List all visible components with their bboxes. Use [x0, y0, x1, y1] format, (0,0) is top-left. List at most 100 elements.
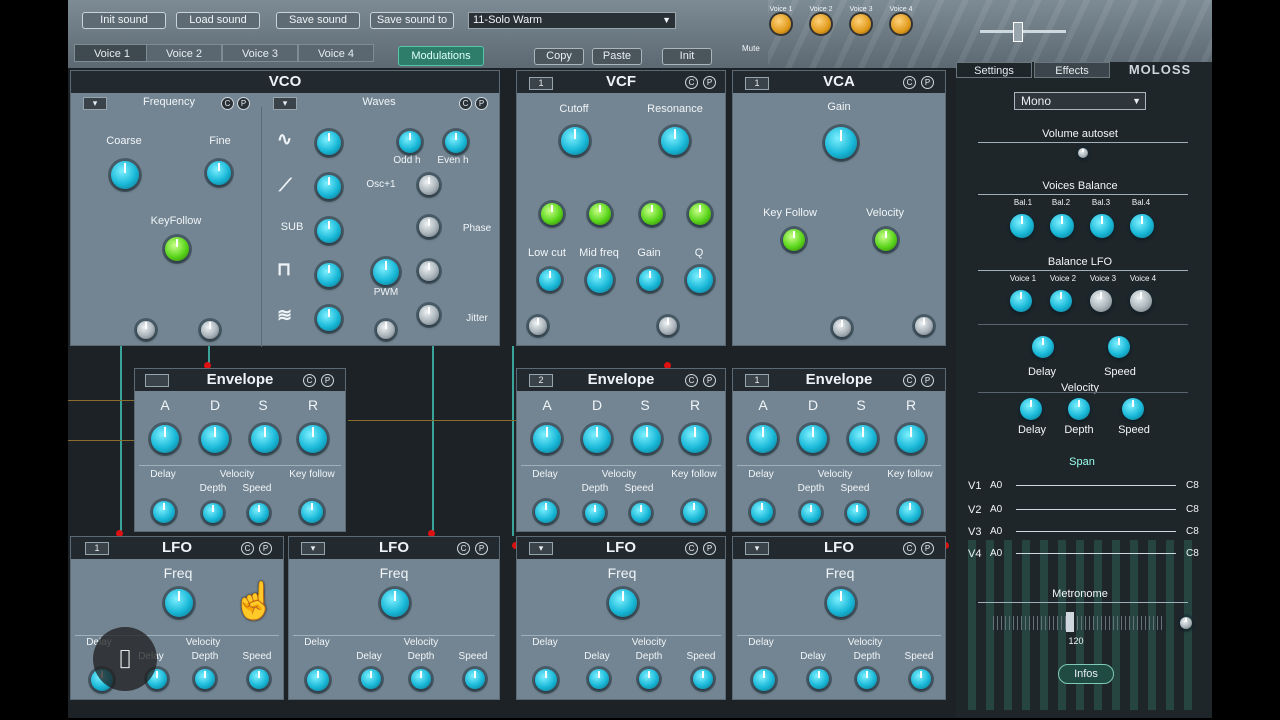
lfo-freq-knob[interactable]	[165, 589, 193, 617]
vco-mod-input-2[interactable]	[201, 321, 219, 339]
tab-settings[interactable]: Settings	[956, 62, 1032, 78]
eq-gain-knob[interactable]	[639, 269, 661, 291]
speed-knob[interactable]	[693, 669, 713, 689]
velocity-depth-knob[interactable]	[1068, 398, 1090, 420]
vcf-mod-input-2[interactable]	[659, 317, 677, 335]
paste-icon[interactable]: P	[237, 97, 250, 110]
speed-knob[interactable]	[911, 669, 931, 689]
lfo-freq-knob[interactable]	[381, 589, 409, 617]
init-sound-button[interactable]: Init sound	[82, 12, 166, 29]
span-slider-track[interactable]	[1016, 553, 1176, 554]
depth-knob[interactable]	[411, 669, 431, 689]
release-knob[interactable]	[681, 425, 709, 453]
load-sound-button[interactable]: Load sound	[176, 12, 260, 29]
copy-icon[interactable]: C	[903, 76, 916, 89]
tab-voice-1[interactable]: Voice 1	[74, 44, 150, 62]
lfo-freq-knob[interactable]	[609, 589, 637, 617]
envelope-select[interactable]: 2	[529, 374, 553, 387]
balance-3-knob[interactable]	[1090, 214, 1114, 238]
delay-knob[interactable]	[535, 501, 557, 523]
cutoff-knob[interactable]	[561, 127, 589, 155]
balance-lfo-voice-1-knob[interactable]	[1010, 290, 1032, 312]
release-knob[interactable]	[897, 425, 925, 453]
sustain-knob[interactable]	[633, 425, 661, 453]
span-slider-track[interactable]	[1016, 509, 1176, 510]
balance-lfo-speed-knob[interactable]	[1108, 336, 1130, 358]
balance-2-knob[interactable]	[1050, 214, 1074, 238]
speed-knob[interactable]	[631, 503, 651, 523]
attack-knob[interactable]	[533, 425, 561, 453]
balance-4-knob[interactable]	[1130, 214, 1154, 238]
keyfollow-knob[interactable]	[301, 501, 323, 523]
copy-icon[interactable]: C	[221, 97, 234, 110]
tab-voice-4[interactable]: Voice 4	[298, 44, 374, 62]
sine-level-knob[interactable]	[317, 131, 341, 155]
vcf-mod-input-1[interactable]	[529, 317, 547, 335]
lfo-select[interactable]: ▾	[745, 542, 769, 555]
release-knob[interactable]	[299, 425, 327, 453]
vca-select[interactable]: 1	[745, 77, 769, 90]
save-sound-button[interactable]: Save sound	[276, 12, 360, 29]
paste-icon[interactable]: P	[703, 76, 716, 89]
attack-knob[interactable]	[749, 425, 777, 453]
lowcut-knob[interactable]	[539, 269, 561, 291]
volume-autoset-button[interactable]	[1078, 148, 1088, 158]
copy-icon[interactable]: C	[903, 542, 916, 555]
even-harmonics-knob[interactable]	[445, 131, 467, 153]
lfo-select[interactable]: ▾	[301, 542, 325, 555]
delay-knob[interactable]	[753, 669, 775, 691]
velocity-delay-knob[interactable]	[589, 669, 609, 689]
keyfollow-knob[interactable]	[683, 501, 705, 523]
vca-gain-knob[interactable]	[825, 127, 857, 159]
voice-2-volume-knob[interactable]: Voice 2	[808, 6, 834, 34]
resonance-keyfollow-knob[interactable]	[641, 203, 663, 225]
speed-knob[interactable]	[249, 669, 269, 689]
span-row-v3[interactable]: V3 A0 C8	[968, 524, 1208, 538]
copy-icon[interactable]: C	[457, 542, 470, 555]
paste-icon[interactable]: P	[703, 542, 716, 555]
preset-select[interactable]: 11-Solo Warm ▼	[468, 12, 676, 29]
paste-icon[interactable]: P	[475, 542, 488, 555]
delay-knob[interactable]	[153, 501, 175, 523]
balance-1-knob[interactable]	[1010, 214, 1034, 238]
vca-mod-input-2[interactable]	[915, 317, 933, 335]
copy-icon[interactable]: C	[241, 542, 254, 555]
span-slider-track[interactable]	[1016, 531, 1176, 532]
q-knob[interactable]	[687, 267, 713, 293]
envelope-select[interactable]	[145, 374, 169, 387]
master-volume-handle[interactable]	[1013, 22, 1023, 42]
velocity-delay-knob[interactable]	[1020, 398, 1042, 420]
pwm-knob[interactable]	[373, 259, 399, 285]
copy-icon[interactable]: C	[685, 542, 698, 555]
speed-knob[interactable]	[847, 503, 867, 523]
vca-mod-input-1[interactable]	[833, 319, 851, 337]
copy-icon[interactable]: C	[903, 374, 916, 387]
init-button[interactable]: Init	[662, 48, 712, 65]
phase-knob-1[interactable]	[419, 175, 439, 195]
infos-button[interactable]: Infos	[1058, 664, 1114, 684]
depth-knob[interactable]	[195, 669, 215, 689]
sub-level-knob[interactable]	[317, 219, 341, 243]
midfreq-knob[interactable]	[587, 267, 613, 293]
tab-voice-2[interactable]: Voice 2	[146, 44, 222, 62]
resonance-velocity-knob[interactable]	[689, 203, 711, 225]
sustain-knob[interactable]	[251, 425, 279, 453]
speed-knob[interactable]	[465, 669, 485, 689]
copy-icon[interactable]: C	[685, 374, 698, 387]
vco-freq-select[interactable]: ▾	[83, 97, 107, 110]
span-row-v1[interactable]: V1 A0 C8	[968, 478, 1208, 492]
delay-knob[interactable]	[535, 669, 557, 691]
balance-lfo-voice-2-knob[interactable]	[1050, 290, 1072, 312]
square-level-knob[interactable]	[317, 263, 341, 287]
span-row-v2[interactable]: V2 A0 C8	[968, 502, 1208, 516]
master-volume-slider[interactable]	[980, 30, 1066, 33]
resonance-knob[interactable]	[661, 127, 689, 155]
span-slider-track[interactable]	[1016, 485, 1176, 486]
voice-1-volume-knob[interactable]: Voice 1	[768, 6, 794, 34]
fine-knob[interactable]	[207, 161, 231, 185]
balance-lfo-voice-3-knob[interactable]	[1090, 290, 1112, 312]
decay-knob[interactable]	[583, 425, 611, 453]
paste-icon[interactable]: P	[921, 76, 934, 89]
paste-icon[interactable]: P	[921, 542, 934, 555]
vco-mod-input-3[interactable]	[377, 321, 395, 339]
